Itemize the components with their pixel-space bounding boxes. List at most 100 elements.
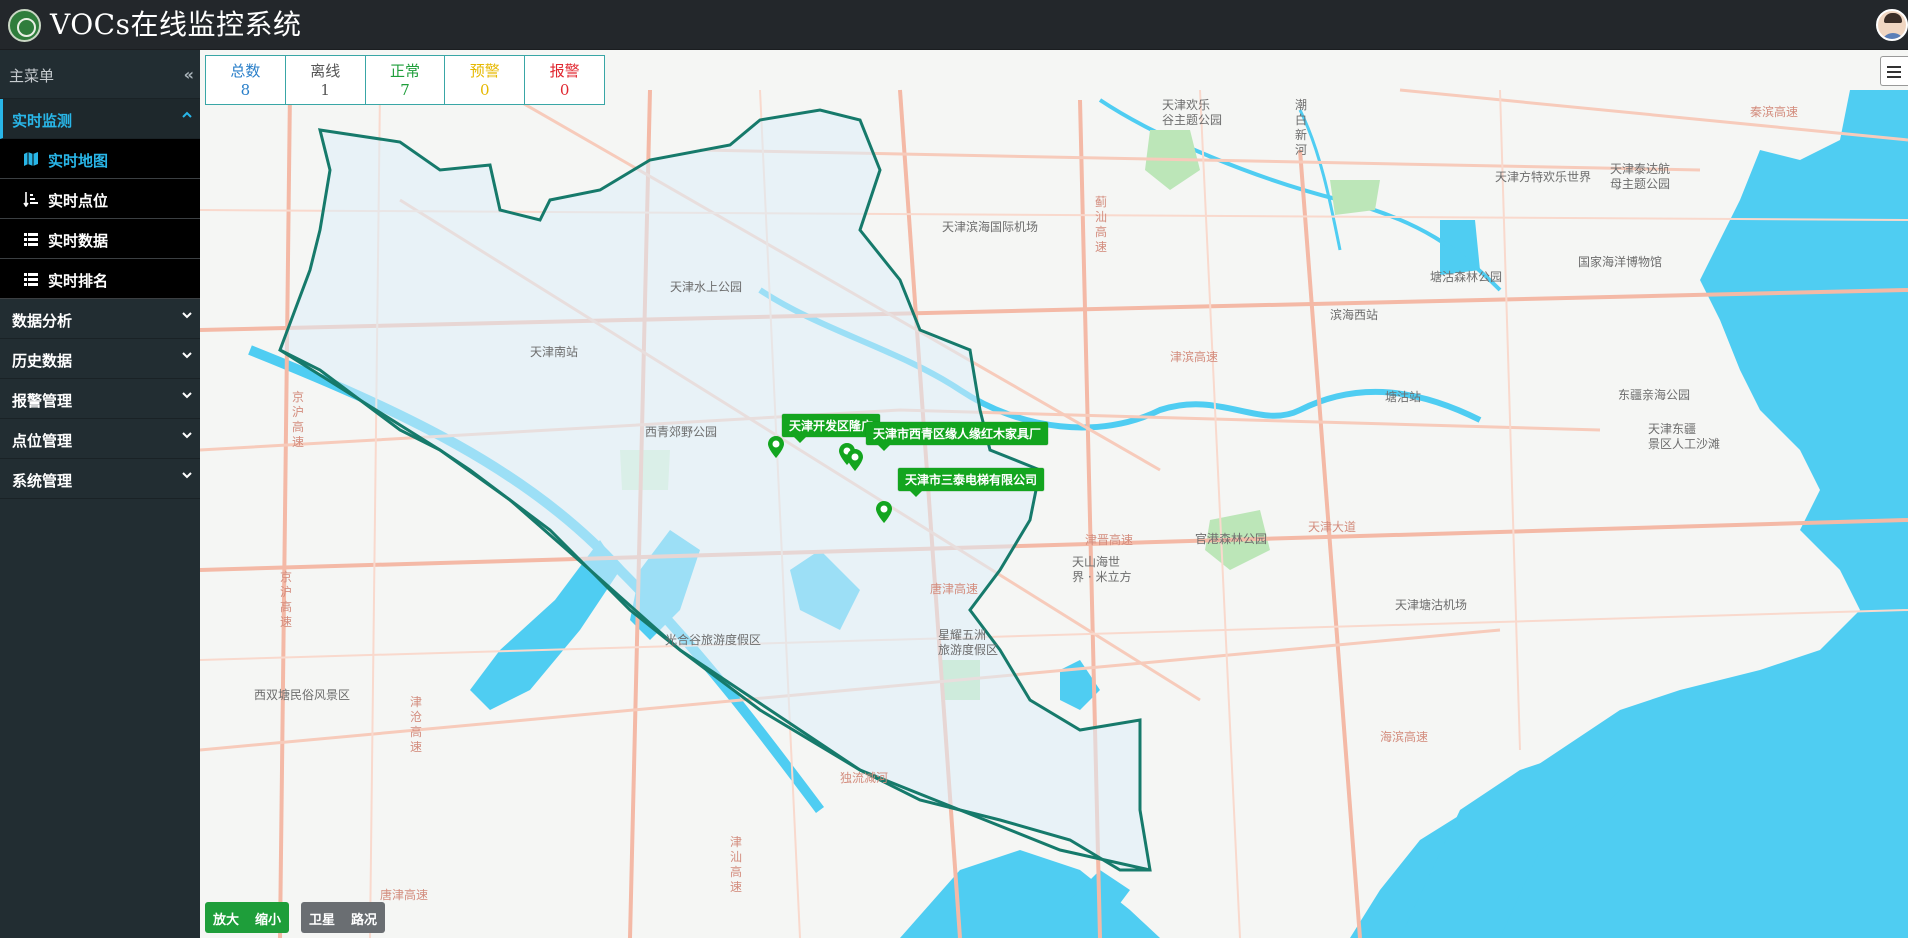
map-label: 唐津高速 bbox=[380, 888, 429, 902]
stat-value: 7 bbox=[400, 81, 410, 99]
list-icon bbox=[24, 233, 38, 246]
stat-value: 1 bbox=[320, 81, 330, 99]
map-label: 国家海洋博物馆 bbox=[1578, 255, 1663, 269]
sidebar-item-realtime-points[interactable]: 实时点位 bbox=[0, 179, 200, 219]
nav-group-label: 点位管理 bbox=[12, 432, 73, 450]
sort-icon bbox=[23, 192, 38, 207]
chevron-down-icon bbox=[182, 472, 192, 479]
nav-group-label: 历史数据 bbox=[12, 352, 73, 370]
sidebar-header: 主菜单 « bbox=[0, 50, 200, 99]
map-label: 独流减河 bbox=[840, 771, 889, 785]
sidebar: 主菜单 « 实时监测 实时地图 实时点位 实时数据 实时排名 数据分析 历史数据… bbox=[0, 50, 200, 938]
chevron-down-icon bbox=[182, 392, 192, 399]
nav-group-history-data[interactable]: 历史数据 bbox=[0, 339, 200, 379]
nav-group-realtime-monitor[interactable]: 实时监测 bbox=[0, 99, 200, 139]
sidebar-item-realtime-map[interactable]: 实时地图 bbox=[0, 139, 200, 179]
map-label: 天津南站 bbox=[530, 345, 579, 359]
stat-warning[interactable]: 预警 0 bbox=[445, 56, 526, 104]
chevron-down-icon bbox=[182, 352, 192, 359]
chevron-down-icon bbox=[182, 432, 192, 439]
sidebar-item-label: 实时数据 bbox=[48, 232, 109, 250]
map-label: 津滨高速 bbox=[1170, 350, 1219, 364]
map-label: 塘沽站 bbox=[1385, 390, 1422, 404]
map-label: 星耀五洲 旅游度假区 bbox=[938, 628, 999, 657]
map-canvas[interactable]: 天津欢乐 谷主题公园 潮 白 新 河 天津方特欢乐世界 天津泰达航 母主题公园 … bbox=[200, 50, 1908, 938]
zoom-controls: 放大 缩小 bbox=[205, 902, 290, 933]
map-label: 东疆亲海公园 bbox=[1618, 388, 1691, 402]
layer-list-icon[interactable] bbox=[1880, 56, 1908, 86]
stat-value: 0 bbox=[559, 81, 570, 99]
map-label: 滨海西站 bbox=[1330, 308, 1379, 322]
zoom-out-button[interactable]: 缩小 bbox=[247, 902, 289, 933]
map-label: 西双塘民俗风景区 bbox=[254, 688, 351, 702]
app-title: VOCs在线监控系统 bbox=[50, 8, 302, 41]
satellite-button[interactable]: 卫星 bbox=[301, 902, 343, 933]
logo-icon bbox=[8, 9, 41, 42]
sidebar-item-label: 实时排名 bbox=[48, 272, 109, 290]
stat-total[interactable]: 总数 8 bbox=[206, 56, 286, 104]
map-pin-icon[interactable] bbox=[767, 435, 785, 459]
chevron-down-icon bbox=[182, 312, 192, 319]
map-label: 天津欢乐 谷主题公园 bbox=[1162, 98, 1223, 127]
nav-group-label: 系统管理 bbox=[12, 472, 73, 490]
map-label: 京 沪 高 速 bbox=[280, 570, 293, 629]
sidebar-item-label: 实时点位 bbox=[48, 192, 109, 210]
map-label: 潮 白 新 河 bbox=[1295, 98, 1308, 157]
list-icon bbox=[24, 273, 38, 286]
map-type-controls: 卫星 路况 bbox=[301, 902, 386, 933]
map-label: 津 沧 高 速 bbox=[410, 695, 423, 754]
traffic-button[interactable]: 路况 bbox=[343, 902, 385, 933]
nav-group-alarm-management[interactable]: 报警管理 bbox=[0, 379, 200, 419]
map-label: 天山海世 界 · 米立方 bbox=[1072, 555, 1132, 584]
map-label: 天津泰达航 母主题公园 bbox=[1610, 162, 1671, 191]
map-label: 天津大道 bbox=[1308, 520, 1357, 534]
nav-group-system-management[interactable]: 系统管理 bbox=[0, 459, 200, 499]
nav-group-point-management[interactable]: 点位管理 bbox=[0, 419, 200, 459]
stat-alarm[interactable]: 报警 0 bbox=[525, 56, 604, 104]
chevron-up-icon bbox=[182, 111, 192, 118]
marker-label[interactable]: 天津市西青区缘人缘红木家具厂 bbox=[866, 422, 1049, 451]
map-label: 海滨高速 bbox=[1380, 730, 1429, 744]
stat-normal[interactable]: 正常 7 bbox=[366, 56, 446, 104]
sidebar-item-realtime-ranking[interactable]: 实时排名 bbox=[0, 259, 200, 299]
status-summary-panel: 总数 8 离线 1 正常 7 预警 0 报警 0 bbox=[205, 55, 605, 105]
stat-label: 总数 bbox=[230, 62, 261, 80]
map-label: 蓟 汕 高 速 bbox=[1095, 195, 1108, 254]
stat-label: 正常 bbox=[389, 62, 420, 80]
marker-label[interactable]: 天津市三泰电梯有限公司 bbox=[898, 468, 1045, 497]
map-label: 秦滨高速 bbox=[1750, 105, 1799, 119]
map-icon bbox=[24, 152, 38, 166]
map-label: 天津水上公园 bbox=[670, 280, 743, 294]
nav-group-data-analysis[interactable]: 数据分析 bbox=[0, 299, 200, 339]
map-label: 官港森林公园 bbox=[1195, 532, 1268, 546]
stat-label: 预警 bbox=[469, 62, 500, 80]
user-avatar[interactable] bbox=[1876, 9, 1908, 41]
sidebar-item-label: 实时地图 bbox=[48, 152, 109, 170]
map-label: 京 沪 高 速 bbox=[292, 390, 305, 449]
stat-value: 0 bbox=[480, 81, 490, 99]
zoom-in-button[interactable]: 放大 bbox=[205, 902, 247, 933]
map-label: 光合谷旅游度假区 bbox=[665, 633, 762, 647]
stat-label: 报警 bbox=[549, 62, 580, 80]
double-chevron-left-icon[interactable]: « bbox=[184, 65, 194, 84]
map-label: 天津滨海国际机场 bbox=[942, 220, 1039, 234]
nav-group-label: 报警管理 bbox=[12, 392, 73, 410]
map-label: 津晋高速 bbox=[1085, 533, 1134, 547]
map-label: 天津东疆 景区人工沙滩 bbox=[1648, 422, 1721, 451]
map-label: 西青郊野公园 bbox=[645, 425, 718, 439]
app-root: VOCs在线监控系统 主菜单 « 实时监测 实时地图 实时点位 实时数据 实时排… bbox=[0, 0, 1908, 938]
map-pin-icon[interactable] bbox=[875, 500, 893, 524]
top-header: VOCs在线监控系统 bbox=[0, 0, 1908, 50]
map-label: 天津塘沽机场 bbox=[1395, 598, 1468, 612]
menu-title: 主菜单 bbox=[9, 67, 55, 85]
map-label: 天津方特欢乐世界 bbox=[1495, 170, 1592, 184]
stat-offline[interactable]: 离线 1 bbox=[286, 56, 366, 104]
map-label: 唐津高速 bbox=[930, 582, 979, 596]
nav-group-label: 实时监测 bbox=[12, 112, 73, 130]
map-pin-icon[interactable] bbox=[846, 448, 864, 472]
stat-value: 8 bbox=[240, 81, 251, 99]
map-label: 塘沽森林公园 bbox=[1430, 270, 1503, 284]
sidebar-item-realtime-data[interactable]: 实时数据 bbox=[0, 219, 200, 259]
nav-group-label: 数据分析 bbox=[12, 312, 73, 330]
stat-label: 离线 bbox=[310, 62, 341, 80]
